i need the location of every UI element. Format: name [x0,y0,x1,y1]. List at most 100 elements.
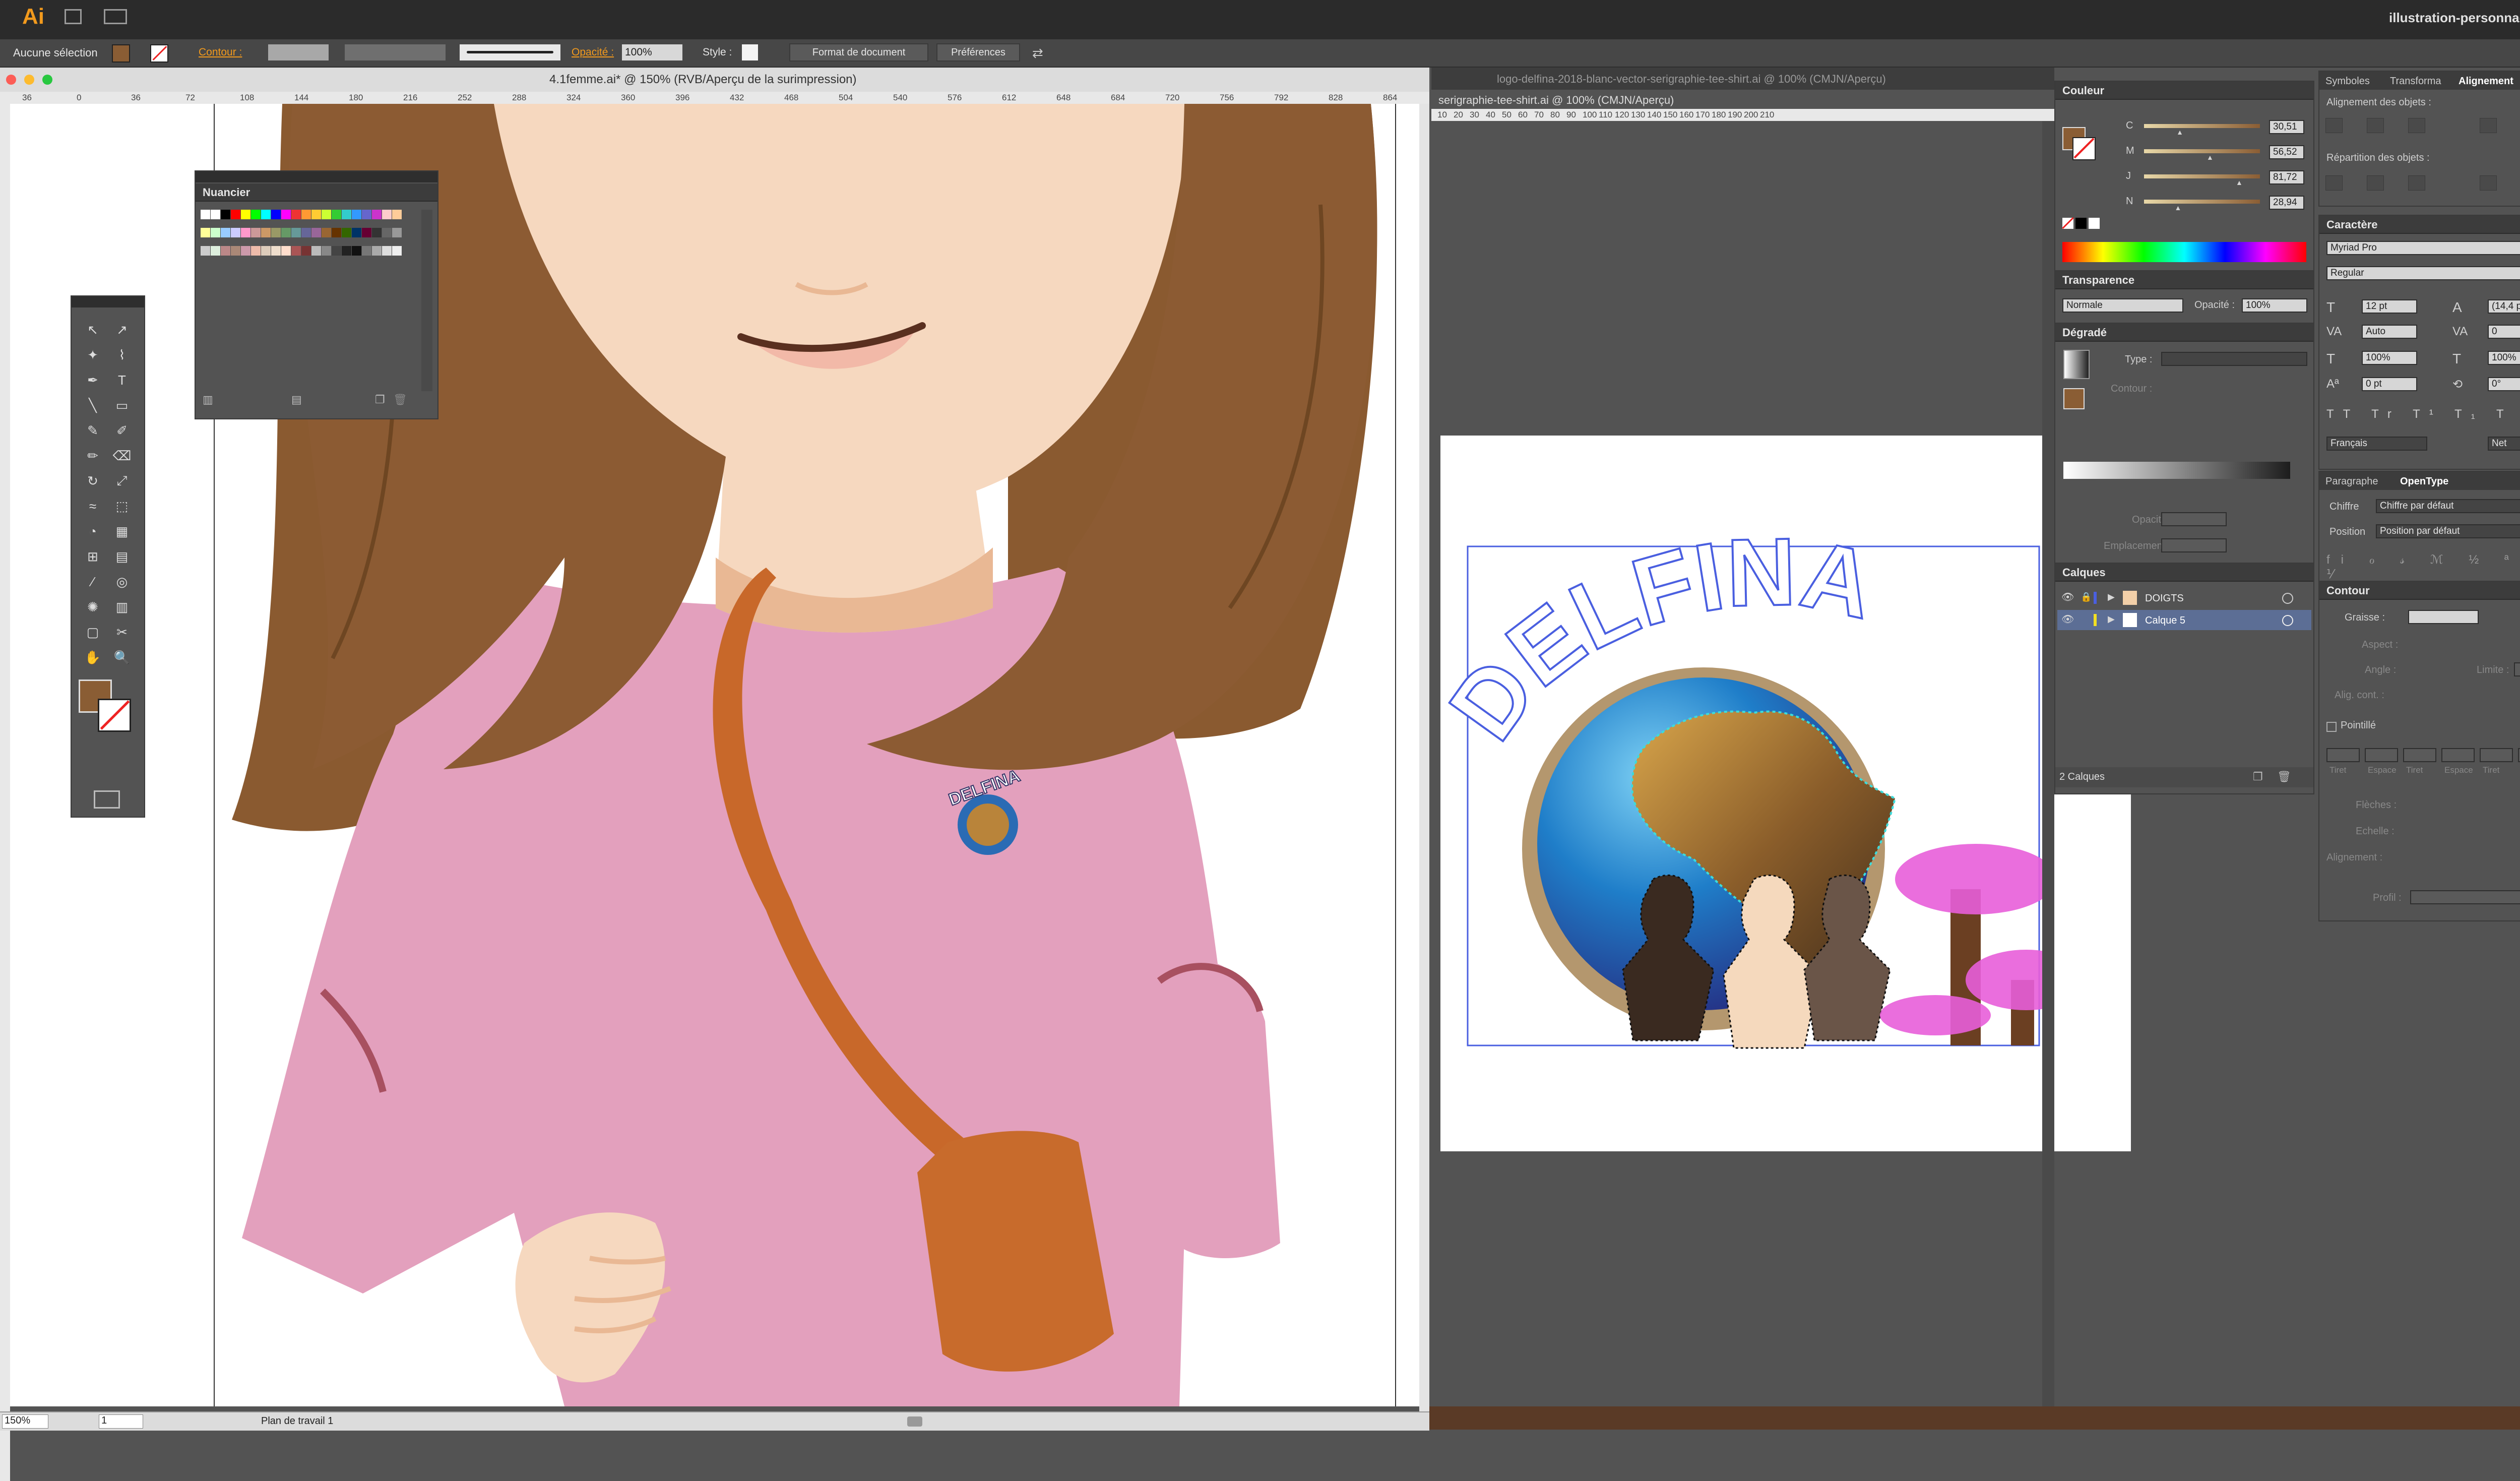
swatch[interactable] [311,228,321,237]
swatch[interactable] [301,246,311,256]
white-swatch[interactable] [2089,218,2100,229]
swatch[interactable] [392,246,402,256]
gradient-bar[interactable] [2063,462,2290,479]
zoom-field[interactable]: 150% [2,1414,48,1429]
swatch[interactable] [201,210,210,219]
blend-mode-select[interactable]: Normale [2062,298,2183,313]
figure-select[interactable]: Chiffre par défaut [2376,499,2520,513]
channel-value-field[interactable]: 56,52 [2269,145,2304,159]
swatch[interactable] [342,228,351,237]
visibility-eye-icon[interactable]: 👁 [2061,613,2074,626]
swatch[interactable] [261,246,271,256]
swatch-library-menu-icon[interactable]: ▥ [203,393,213,406]
free-transform-tool-icon[interactable]: ⬚ [111,495,133,517]
swatch[interactable] [261,228,271,237]
dash-field[interactable] [2326,748,2360,762]
slider-knob-icon[interactable]: ▲ [2175,204,2182,212]
swatch[interactable] [211,228,220,237]
distribute-v-center-icon[interactable] [2367,175,2384,191]
tracking-field[interactable]: 0 [2488,325,2520,339]
horizontal-scrollbar-thumb[interactable] [907,1416,922,1427]
swatch[interactable] [211,246,220,256]
selection-tool-icon[interactable]: ↖ [82,319,104,341]
warp-tool-icon[interactable]: ≈ [82,495,104,517]
dash-field[interactable] [2480,748,2513,762]
swatch[interactable] [241,246,250,256]
transparency-panel-title[interactable]: Transparence [2055,271,2313,289]
swatch[interactable] [281,228,291,237]
swatch[interactable] [382,210,392,219]
position-select[interactable]: Position par défaut [2376,524,2520,538]
symbol-sprayer-tool-icon[interactable]: ✺ [82,596,104,618]
rotation-field[interactable]: 0° [2488,377,2520,391]
color-spectrum[interactable] [2062,242,2306,262]
swatch[interactable] [352,210,361,219]
slider-knob-icon[interactable]: ▲ [2207,153,2214,161]
swatch[interactable] [392,228,402,237]
font-size-field[interactable]: 12 pt [2362,299,2417,314]
color-panel-title[interactable]: Couleur [2055,82,2313,100]
swatch[interactable] [291,246,301,256]
swatch[interactable] [301,210,311,219]
swatch[interactable] [271,246,281,256]
type-tool-icon[interactable]: T [111,369,133,391]
swatch[interactable] [382,228,392,237]
none-swatch[interactable] [2062,217,2074,229]
preferences-button[interactable]: Préférences [936,43,1020,61]
align-top-icon[interactable] [2480,118,2497,133]
perspective-tool-icon[interactable]: ▦ [111,520,133,542]
expand-triangle-icon[interactable]: ▶ [2108,614,2115,625]
visibility-eye-icon[interactable]: 👁 [2061,591,2074,603]
gradient-panel-title[interactable]: Dégradé [2055,324,2313,342]
swatch[interactable] [301,228,311,237]
antialias-select[interactable]: Net [2488,437,2520,451]
swatch[interactable] [201,246,210,256]
brush-definition[interactable] [460,44,560,60]
pencil-tool-icon[interactable]: ✏ [82,445,104,467]
shape-builder-tool-icon[interactable]: ◔ [82,520,104,542]
swatches-scrollbar[interactable] [421,210,432,391]
swatch[interactable] [231,210,240,219]
swatch[interactable] [392,210,402,219]
baseline-shift-field[interactable]: 0 pt [2362,377,2417,391]
layer-row[interactable]: 👁 ▶ Calque 5 [2057,610,2311,630]
font-family-select[interactable]: Myriad Pro [2326,241,2520,255]
delfina-logo[interactable]: DELFINA [1431,436,2054,1151]
dash-field[interactable] [2441,748,2475,762]
eraser-tool-icon[interactable]: ⌫ [111,445,133,467]
distribute-bottom-icon[interactable] [2408,175,2425,191]
language-select[interactable]: Français [2326,437,2427,451]
tab-symbols[interactable]: Symboles [2325,76,2370,87]
swatch[interactable] [251,210,261,219]
rectangle-tool-icon[interactable]: ▭ [111,394,133,416]
channel-slider[interactable] [2144,200,2260,204]
gradient-type-select[interactable] [2161,352,2307,366]
document-setup-button[interactable]: Format de document [789,43,928,61]
swatch[interactable] [221,246,230,256]
blend-tool-icon[interactable]: ◎ [111,571,133,593]
black-swatch[interactable] [2075,218,2087,229]
channel-value-field[interactable]: 81,72 [2269,170,2304,184]
vertical-scrollbar[interactable] [1419,104,1429,1411]
swatch[interactable] [352,246,361,256]
swatch[interactable] [311,210,321,219]
gradient-fill-swatch[interactable] [2063,388,2085,409]
channel-slider[interactable] [2144,174,2260,178]
swatch[interactable] [362,246,371,256]
slider-knob-icon[interactable]: ▲ [2176,128,2183,136]
rotate-tool-icon[interactable]: ↻ [82,470,104,492]
swatch[interactable] [261,210,271,219]
distribute-left-icon[interactable] [2480,175,2497,191]
channel-value-field[interactable]: 30,51 [2269,120,2304,134]
swatch-grid[interactable] [201,210,412,411]
swatch[interactable] [372,228,382,237]
color-stroke-swatch[interactable] [2072,137,2096,160]
app-logo[interactable]: Ai [22,4,44,29]
align-right-icon[interactable] [2408,118,2425,133]
layers-panel-title[interactable]: Calques [2055,564,2313,582]
stroke-label[interactable]: Contour : [199,46,242,58]
stroke-swatch[interactable] [150,44,168,63]
arrange-documents-icon[interactable] [104,9,127,24]
swatch[interactable] [251,228,261,237]
swatch[interactable] [362,210,371,219]
